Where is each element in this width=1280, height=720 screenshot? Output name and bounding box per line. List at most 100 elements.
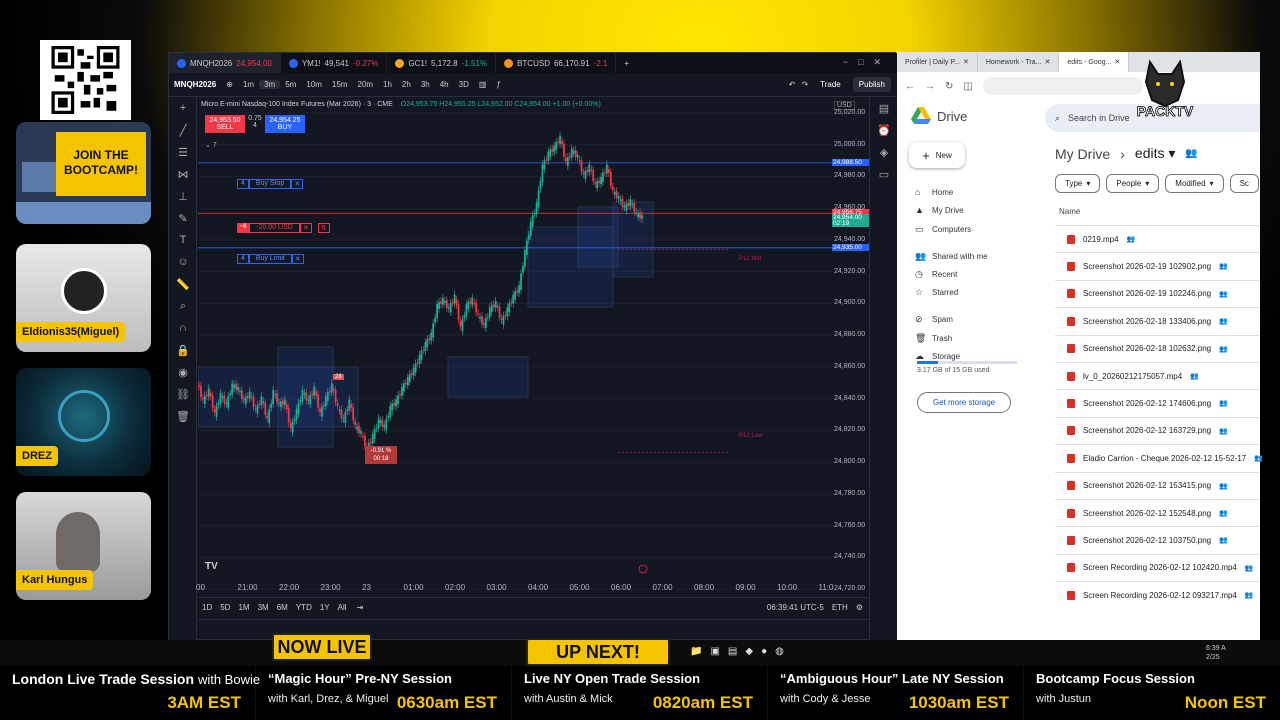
browser-tab[interactable]: Homework - Tra... ✕ bbox=[978, 52, 1060, 72]
lock-icon[interactable]: 🔒 bbox=[169, 339, 197, 361]
file-row[interactable]: 0219.mp4 👥 bbox=[1055, 225, 1260, 252]
range-all[interactable]: All bbox=[334, 603, 351, 612]
file-row[interactable]: Screenshot 2026-02-12 152548.png 👥 bbox=[1055, 499, 1260, 526]
nav-starred[interactable]: ☆ Starred bbox=[915, 287, 958, 298]
file-row[interactable]: lv_0_20260212175057.mp4 👥 bbox=[1055, 362, 1260, 389]
cancel-order-icon[interactable]: ✕ bbox=[291, 254, 304, 264]
breadcrumb-current[interactable]: edits ▾ bbox=[1135, 145, 1176, 162]
reload-icon[interactable]: ↻ bbox=[945, 81, 953, 92]
interval-10m[interactable]: 10m bbox=[301, 80, 327, 89]
nav-home[interactable]: ⌂ Home bbox=[915, 187, 953, 197]
interval-5m[interactable]: 5m bbox=[280, 80, 301, 89]
redo-icon[interactable]: ↷ bbox=[801, 80, 808, 89]
sell-button[interactable]: 24,953.50 SELL bbox=[205, 115, 245, 133]
tab-search-icon[interactable]: ◫ bbox=[963, 81, 972, 92]
range-1d[interactable]: 1D bbox=[198, 603, 216, 612]
publish-button[interactable]: Publish bbox=[852, 77, 891, 92]
folder-icon[interactable]: 📁 bbox=[690, 646, 702, 657]
trendline-icon[interactable]: ╱ bbox=[169, 119, 197, 141]
window-controls[interactable]: −□✕ bbox=[843, 57, 891, 68]
chart-tab[interactable]: MNQH2026 24,954.00 bbox=[169, 53, 281, 73]
name-column-header[interactable]: Name bbox=[1059, 207, 1080, 216]
range-1m[interactable]: 1M bbox=[234, 603, 253, 612]
goto-date-icon[interactable]: ⇥ bbox=[357, 603, 364, 612]
tradingview-icon[interactable]: ▤ bbox=[728, 646, 737, 657]
taskbar-clock[interactable]: 6:39 A 2/25 bbox=[1206, 644, 1226, 662]
layers-icon[interactable]: ◈ bbox=[870, 141, 898, 163]
reverse-icon[interactable]: ⇅ bbox=[317, 223, 330, 233]
undo-icon[interactable]: ↶ bbox=[789, 80, 796, 89]
interval-1m[interactable]: 1m bbox=[238, 80, 259, 89]
buy-stop-order[interactable]: 4 Buy Stop ✕ bbox=[237, 179, 304, 189]
chart-tab[interactable]: GC1! 5,172.8 -1.51% bbox=[387, 53, 497, 73]
file-row[interactable]: Screenshot 2026-02-19 102246.png 👥 bbox=[1055, 279, 1260, 307]
nav-trash[interactable]: 🗑 Trash bbox=[915, 333, 952, 344]
nav-spam[interactable]: ⊘ Spam bbox=[915, 314, 953, 325]
watchlist-icon[interactable]: ▤ bbox=[870, 97, 898, 119]
cancel-order-icon[interactable]: ✕ bbox=[291, 179, 304, 189]
fib-icon[interactable]: ☰ bbox=[169, 141, 197, 163]
indicators-icon[interactable]: ƒ bbox=[491, 80, 505, 89]
filter-modified[interactable]: Modified ▾ bbox=[1165, 174, 1224, 193]
filter-type[interactable]: Type ▾ bbox=[1055, 174, 1101, 193]
chart-tab[interactable]: BTCUSD 66,170.91 -2.1 bbox=[496, 53, 617, 73]
range-6m[interactable]: 6M bbox=[273, 603, 292, 612]
back-icon[interactable]: ← bbox=[905, 81, 915, 92]
file-row[interactable]: Screenshot 2026-02-12 103750.png 👥 bbox=[1055, 526, 1260, 553]
nav-recent[interactable]: ◷ Recent bbox=[915, 269, 957, 280]
compare-icon[interactable]: ⊕ bbox=[221, 80, 238, 89]
position-line[interactable]: -4 -20.00 USD ✕ ⇅ bbox=[237, 223, 330, 233]
browser-tab[interactable]: edits - Goog... ✕ bbox=[1059, 52, 1130, 72]
interval-3h[interactable]: 3h bbox=[416, 80, 435, 89]
brave-icon[interactable]: ◆ bbox=[745, 646, 753, 657]
interval-3m[interactable]: 3m bbox=[259, 80, 281, 89]
chat-icon[interactable]: ▭ bbox=[870, 163, 898, 185]
get-more-storage-button[interactable]: Get more storage bbox=[917, 392, 1011, 413]
range-5d[interactable]: 5D bbox=[216, 603, 234, 612]
range-ytd[interactable]: YTD bbox=[292, 603, 316, 612]
close-position-icon[interactable]: ✕ bbox=[299, 223, 312, 233]
drive-logo[interactable]: Drive bbox=[911, 107, 967, 125]
trash-icon[interactable]: 🗑 bbox=[169, 405, 197, 427]
spread-qty[interactable]: 0.75 4 bbox=[248, 115, 262, 133]
discord-icon[interactable]: ◍ bbox=[775, 646, 784, 657]
eye-icon[interactable]: ◉ bbox=[169, 361, 197, 383]
file-row[interactable]: Screen Recording 2026-02-12 102420.mp4 👥 bbox=[1055, 553, 1260, 581]
people-icon[interactable]: 👥 bbox=[1185, 148, 1197, 159]
breadcrumb-root[interactable]: My Drive bbox=[1055, 146, 1110, 162]
interval-3D[interactable]: 3D bbox=[454, 80, 474, 89]
zoom-icon[interactable]: ⌕ bbox=[169, 295, 197, 317]
interval-20m[interactable]: 20m bbox=[352, 80, 378, 89]
ruler-icon[interactable]: 📏 bbox=[169, 273, 197, 295]
pattern-icon[interactable]: ⋈ bbox=[169, 163, 197, 185]
buy-limit-order[interactable]: 4 Buy Limit ✕ bbox=[237, 254, 304, 264]
new-button[interactable]: + New bbox=[909, 142, 965, 168]
emoji-icon[interactable]: ☺ bbox=[169, 251, 197, 273]
price-chart[interactable] bbox=[198, 97, 832, 605]
nav-computers[interactable]: ▭ Computers bbox=[915, 224, 971, 235]
session-toggle[interactable]: ETH bbox=[832, 603, 848, 612]
file-row[interactable]: Screenshot 2026-02-18 102632.png 👥 bbox=[1055, 334, 1260, 362]
filter-sc[interactable]: Sc bbox=[1229, 174, 1259, 193]
magnet-icon[interactable]: ∩ bbox=[169, 317, 197, 339]
cursor-icon[interactable]: + bbox=[169, 97, 197, 119]
nav-shared-with-me[interactable]: 👥 Shared with me bbox=[915, 251, 988, 262]
measure-icon[interactable]: ⊥ bbox=[169, 185, 197, 207]
forward-icon[interactable]: → bbox=[925, 81, 935, 92]
trade-button[interactable]: Trade bbox=[814, 77, 847, 92]
clock[interactable]: 06:39:41 UTC-5 bbox=[767, 603, 824, 612]
range-3m[interactable]: 3M bbox=[254, 603, 273, 612]
interval-4h[interactable]: 4h bbox=[435, 80, 454, 89]
nav-my-drive[interactable]: ▲ My Drive bbox=[915, 205, 964, 215]
symbol-search[interactable]: MNQH2026 bbox=[169, 80, 221, 89]
link-icon[interactable]: ⛓ bbox=[169, 383, 197, 405]
brush-icon[interactable]: ✎ bbox=[169, 207, 197, 229]
text-icon[interactable]: T bbox=[169, 229, 197, 251]
add-tab-button[interactable]: + bbox=[616, 53, 637, 73]
chart-type-icon[interactable]: ▥ bbox=[474, 80, 492, 89]
spotify-icon[interactable]: ● bbox=[761, 646, 767, 657]
file-row[interactable]: Screenshot 2026-02-12 163729.png 👥 bbox=[1055, 416, 1260, 444]
file-row[interactable]: Eladio Carrion - Cheque 2026-02-12 15-52… bbox=[1055, 444, 1263, 471]
buy-button[interactable]: 24,954.25 BUY bbox=[265, 115, 305, 133]
alerts-icon[interactable]: ⏰ bbox=[870, 119, 898, 141]
